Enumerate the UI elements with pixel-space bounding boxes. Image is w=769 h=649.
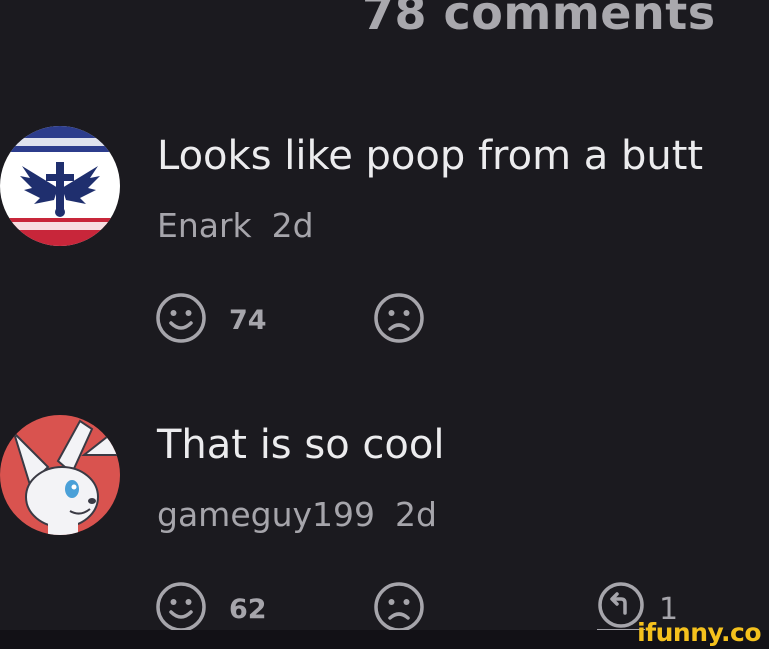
comment-meta: gameguy199 2d <box>157 495 437 535</box>
dislike-button[interactable] <box>373 292 425 348</box>
smile-icon <box>155 292 207 348</box>
comment-text: That is so cool <box>157 422 445 468</box>
watermark-logo: ifunny.co <box>637 618 761 647</box>
like-button[interactable]: 74 <box>155 292 267 348</box>
emblem-avatar-icon[interactable] <box>0 126 120 246</box>
comment-author[interactable]: gameguy199 <box>157 495 375 534</box>
smile-icon <box>155 581 207 637</box>
dislike-button[interactable] <box>373 581 425 637</box>
comment-time: 2d <box>395 495 437 534</box>
comments-count-title: 78 comments <box>362 0 716 40</box>
fox-avatar-icon[interactable] <box>0 415 120 535</box>
like-button[interactable]: 62 <box>155 581 267 637</box>
comment-author[interactable]: Enark <box>157 206 252 245</box>
like-count: 74 <box>229 304 267 336</box>
comment-meta: Enark 2d <box>157 206 314 246</box>
comment-text: Looks like poop from a butt <box>157 133 704 179</box>
comment-time: 2d <box>271 206 314 245</box>
frown-icon <box>373 293 425 348</box>
comment-actions: 74 <box>155 292 755 344</box>
like-count: 62 <box>229 593 267 625</box>
